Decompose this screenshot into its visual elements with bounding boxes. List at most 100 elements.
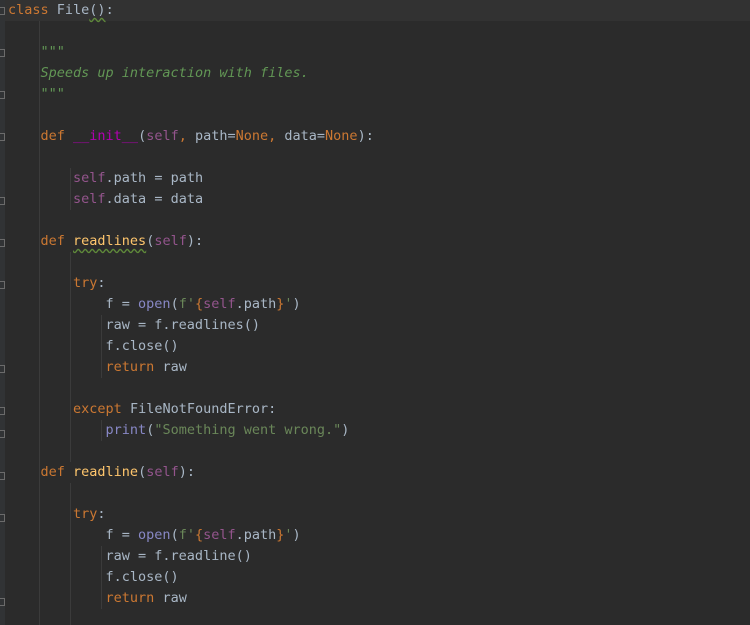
docstring-token: Speeds up interaction with files. <box>40 65 309 81</box>
keyword-token: class <box>8 2 57 18</box>
code-editor[interactable]: class File(): """ Speeds up interaction … <box>0 0 750 625</box>
function-name-token: readlines <box>73 233 147 249</box>
code-token: ): <box>186 233 204 249</box>
keyword-token: None <box>325 128 358 144</box>
fold-marker-icon[interactable] <box>0 133 5 141</box>
keyword-token: None <box>235 128 269 144</box>
keyword-token: , <box>178 128 195 144</box>
code-token: : <box>97 275 106 291</box>
code-line[interactable]: raw = f.readline() <box>8 546 252 567</box>
brace-token: { <box>194 527 204 543</box>
self-token: self <box>154 233 187 249</box>
self-token: self <box>146 464 179 480</box>
code-token: () <box>89 2 106 18</box>
keyword-token: return <box>105 359 163 375</box>
code-line[interactable]: def __init__(self, path=None, data=None)… <box>8 126 374 147</box>
code-line[interactable]: try: <box>8 273 106 294</box>
self-token: self <box>73 191 106 207</box>
code-line[interactable]: """ <box>8 42 65 63</box>
code-line[interactable]: f.close() <box>8 567 179 588</box>
fold-marker-icon[interactable] <box>0 598 5 606</box>
code-line[interactable]: self.path = path <box>8 168 203 189</box>
fold-marker-icon[interactable] <box>0 472 5 480</box>
code-token: : <box>105 2 114 18</box>
fold-marker-icon[interactable] <box>0 430 5 438</box>
docstring-token: """ <box>40 86 65 102</box>
code-line[interactable]: Speeds up interaction with files. <box>8 63 309 84</box>
code-token: ( <box>170 527 179 543</box>
fold-marker-icon[interactable] <box>0 281 5 289</box>
code-token: .path <box>235 296 277 312</box>
builtin-token: print <box>105 422 147 438</box>
code-line[interactable]: return raw <box>8 588 187 609</box>
code-line[interactable]: raw = f.readlines() <box>8 315 260 336</box>
string-token: "Something went wrong." <box>154 422 342 438</box>
code-token: ( <box>138 128 147 144</box>
code-token: ) <box>341 422 350 438</box>
code-token: ) <box>292 527 301 543</box>
code-line[interactable]: except FileNotFoundError: <box>8 399 276 420</box>
code-token: f = <box>8 296 139 312</box>
builtin-token: open <box>138 296 171 312</box>
string-token: f' <box>178 527 195 543</box>
fold-marker-icon[interactable] <box>0 514 5 522</box>
keyword-token: return <box>105 590 163 606</box>
code-token: ): <box>357 128 374 144</box>
fold-marker-icon[interactable] <box>0 7 5 15</box>
code-token: raw <box>162 359 187 375</box>
code-token: data= <box>284 128 326 144</box>
code-token: ( <box>138 464 147 480</box>
code-token: f.close() <box>8 569 179 585</box>
code-token: ): <box>178 464 195 480</box>
docstring-token: """ <box>40 44 65 60</box>
keyword-token: def <box>40 233 74 249</box>
code-token: File <box>56 2 90 18</box>
code-token: FileNotFoundError: <box>129 401 277 417</box>
fold-marker-icon[interactable] <box>0 239 5 247</box>
fold-marker-icon[interactable] <box>0 197 5 205</box>
code-token: .data = data <box>105 191 204 207</box>
keyword-token: try <box>73 506 98 522</box>
fold-marker-icon[interactable] <box>0 365 5 373</box>
code-line[interactable]: def readlines(self): <box>8 231 204 252</box>
string-token: ' <box>284 296 293 312</box>
code-line[interactable]: f.close() <box>8 336 179 357</box>
code-token: f.close() <box>8 338 179 354</box>
code-line[interactable]: class File(): <box>8 0 114 21</box>
brace-token: { <box>194 296 204 312</box>
code-line[interactable]: f = open(f'{self.path}') <box>8 294 301 315</box>
code-token: raw = f.readline() <box>8 548 252 564</box>
code-token: raw = f.readlines() <box>8 317 260 333</box>
builtin-token: open <box>138 527 171 543</box>
code-line[interactable]: """ <box>8 84 65 105</box>
code-line[interactable]: def readline(self): <box>8 462 195 483</box>
keyword-token: def <box>40 464 74 480</box>
magic-method-token: __init__ <box>73 128 139 144</box>
code-line[interactable]: return raw <box>8 357 187 378</box>
self-token: self <box>146 128 179 144</box>
fold-marker-icon[interactable] <box>0 91 5 99</box>
code-line[interactable]: f = open(f'{self.path}') <box>8 525 301 546</box>
self-token: self <box>73 170 106 186</box>
fold-marker-icon[interactable] <box>0 49 5 57</box>
code-line[interactable]: try: <box>8 504 106 525</box>
code-line[interactable]: print("Something went wrong.") <box>8 420 350 441</box>
fold-marker-icon[interactable] <box>0 407 5 415</box>
string-token: f' <box>178 296 195 312</box>
code-line[interactable]: self.data = data <box>8 189 203 210</box>
keyword-token: except <box>73 401 130 417</box>
code-token: : <box>97 506 106 522</box>
self-token: self <box>203 296 236 312</box>
